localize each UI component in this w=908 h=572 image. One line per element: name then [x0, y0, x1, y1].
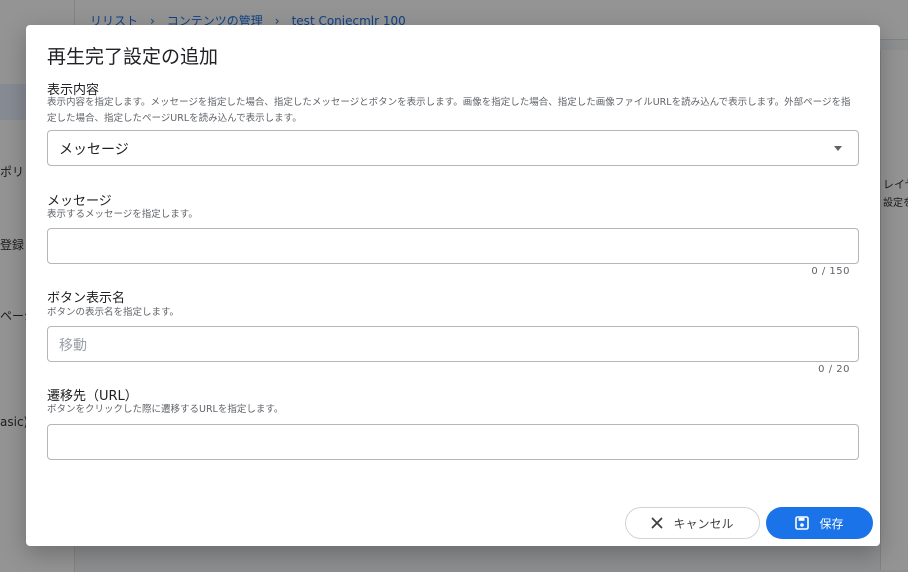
message-description: 表示するメッセージを指定します。: [47, 209, 198, 220]
cancel-button[interactable]: キャンセル: [625, 507, 760, 539]
chevron-down-icon: [834, 146, 842, 151]
dialog-title: 再生完了設定の追加: [47, 46, 219, 68]
button-name-input[interactable]: 移動: [47, 326, 859, 362]
message-input[interactable]: [47, 228, 859, 264]
button-name-description: ボタンの表示名を指定します。: [47, 307, 180, 318]
save-button-label: 保存: [819, 516, 844, 531]
display-content-description: 表示内容を指定します。メッセージを指定した場合、指定したメッセージとボタンを表示…: [47, 97, 851, 124]
message-char-counter: 0 / 150: [811, 266, 850, 277]
button-name-char-counter: 0 / 20: [818, 364, 850, 375]
button-name-label: ボタン表示名: [47, 291, 126, 306]
save-icon: [795, 516, 810, 530]
add-playback-complete-dialog: 再生完了設定の追加 表示内容 表示内容を指定します。メッセージを指定した場合、指…: [26, 25, 880, 546]
display-content-select[interactable]: メッセージ: [47, 130, 859, 166]
display-content-selected-value: メッセージ: [59, 142, 129, 158]
cancel-button-label: キャンセル: [673, 516, 734, 531]
button-name-placeholder: 移動: [59, 338, 87, 354]
close-icon: [652, 517, 663, 529]
url-description: ボタンをクリックした際に遷移するURLを指定します。: [47, 404, 284, 415]
url-input[interactable]: [47, 424, 859, 460]
save-button[interactable]: 保存: [766, 507, 873, 539]
